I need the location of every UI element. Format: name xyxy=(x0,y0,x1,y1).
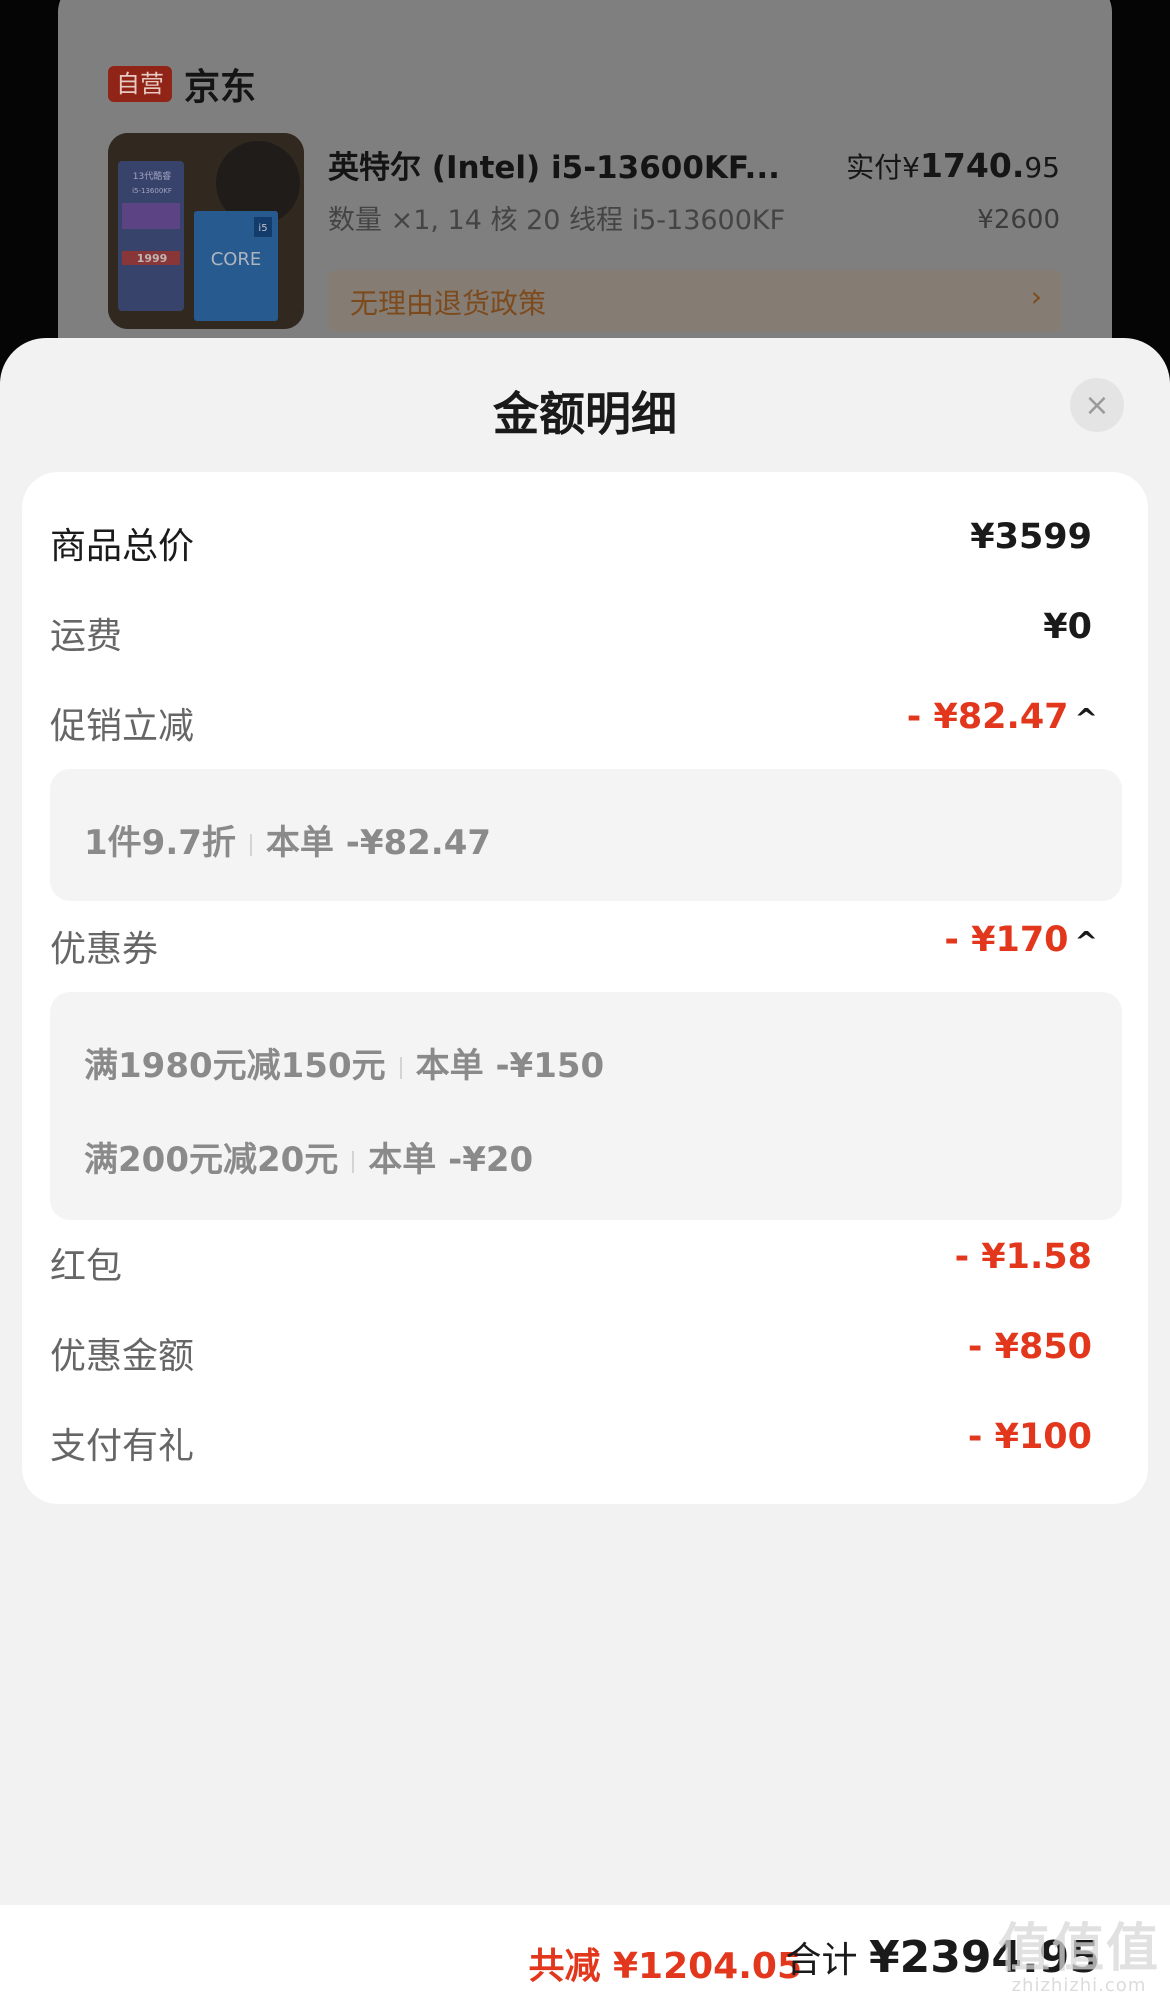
row-label: 支付有礼 xyxy=(50,1426,195,1467)
watermark-logo: 值值值 zhizhizhi.com xyxy=(998,1923,1160,1996)
row-total-price: 商品总价 ¥3599 xyxy=(50,509,1092,569)
row-label: 红包 xyxy=(50,1246,123,1287)
row-promotion[interactable]: 促销立减 - ¥82.47 ^ xyxy=(50,689,1098,749)
coupon-detail-line: 满1980元减150元 本单 -¥150 xyxy=(84,1038,604,1087)
divider xyxy=(249,833,252,856)
row-label: 商品总价 xyxy=(50,526,195,567)
product-image: 13代酷睿 i5-13600KF 1999 i5 CORE xyxy=(108,133,304,329)
row-discount-amount: 优惠金额 - ¥850 xyxy=(50,1319,1092,1379)
row-red-packet: 红包 - ¥1.58 xyxy=(50,1229,1092,1289)
product-thumbnail[interactable]: 13代酷睿 i5-13600KF 1999 i5 CORE xyxy=(108,133,304,329)
return-policy-text: 无理由退货政策 xyxy=(350,287,547,320)
promotion-detail-line: 1件9.7折 本单 -¥82.47 xyxy=(84,815,491,864)
store-row[interactable]: 自营 京东 xyxy=(108,58,256,110)
coupon-discount: 本单 -¥20 xyxy=(368,1140,534,1180)
self-operated-badge: 自营 xyxy=(108,65,172,103)
row-label: 优惠金额 xyxy=(50,1336,195,1377)
sheet-title: 金额明细 xyxy=(493,387,677,441)
coupon-amount: - ¥170 xyxy=(944,920,1069,960)
row-value: - ¥100 xyxy=(967,1417,1092,1457)
close-button[interactable]: × xyxy=(1070,378,1124,432)
product-specs: 数量 ×1, 14 核 20 线程 i5-13600KF xyxy=(328,205,786,236)
paid-label: 实付¥ xyxy=(846,151,920,184)
divider xyxy=(399,1056,402,1079)
paid-price: 实付¥1740.95 xyxy=(846,146,1060,186)
bottom-summary-bar: 共减 ¥1204.05 合计 ¥2394.95 值值值 zhizhizhi.co… xyxy=(0,1905,1170,2013)
row-value: ¥0 xyxy=(1043,607,1092,647)
row-value: - ¥850 xyxy=(967,1327,1092,1367)
store-name: 京东 xyxy=(184,67,257,108)
product-title[interactable]: 英特尔 (Intel) i5-13600KF... xyxy=(328,142,780,187)
watermark-url: zhizhizhi.com xyxy=(1011,1975,1147,1996)
original-price: ¥2600 xyxy=(977,205,1060,235)
row-label: 运费 xyxy=(50,616,123,657)
row-payment-gift: 支付有礼 - ¥100 xyxy=(50,1409,1092,1469)
screen: 自营 京东 13代酷睿 i5-13600KF 1999 i5 CORE 英特尔 … xyxy=(0,0,1170,2013)
row-value: - ¥82.47 ^ xyxy=(907,697,1098,737)
watermark-glyphs: 值值值 xyxy=(997,1919,1160,1979)
return-policy-bar[interactable]: 无理由退货政策 › xyxy=(328,270,1062,332)
coupon-discount: 本单 -¥150 xyxy=(415,1046,605,1086)
promotion-detail-box: 1件9.7折 本单 -¥82.47 xyxy=(50,769,1122,901)
chevron-right-icon: › xyxy=(1030,280,1042,313)
close-icon: × xyxy=(1084,387,1110,423)
row-value: - ¥1.58 xyxy=(954,1237,1092,1277)
amount-detail-sheet: 金额明细 × 商品总价 ¥3599 运费 ¥0 促销立减 - ¥82.47 ^ 1… xyxy=(0,338,1170,2013)
row-coupon[interactable]: 优惠券 - ¥170 ^ xyxy=(50,912,1098,972)
promotion-amount: - ¥82.47 xyxy=(906,697,1069,737)
chevron-up-icon[interactable]: ^ xyxy=(1075,702,1098,735)
promotion-name: 1件9.7折 xyxy=(84,823,236,863)
coupon-name: 满1980元减150元 xyxy=(84,1046,386,1086)
total-reduction: 共减 ¥1204.05 xyxy=(528,1946,802,1987)
row-value: ¥3599 xyxy=(970,517,1092,557)
row-value: - ¥170 ^ xyxy=(944,920,1098,960)
divider xyxy=(352,1150,355,1173)
chevron-up-icon[interactable]: ^ xyxy=(1075,925,1098,958)
paid-amount: 1740. xyxy=(919,146,1025,185)
total-sum-label: 合计 xyxy=(785,1940,869,1981)
coupon-detail-box: 满1980元减150元 本单 -¥150 满200元减20元 本单 -¥20 xyxy=(50,992,1122,1220)
row-shipping: 运费 ¥0 xyxy=(50,599,1092,659)
coupon-name: 满200元减20元 xyxy=(84,1140,339,1180)
promotion-discount: 本单 -¥82.47 xyxy=(265,823,492,863)
row-label: 促销立减 xyxy=(50,706,195,747)
amount-detail-card: 商品总价 ¥3599 运费 ¥0 促销立减 - ¥82.47 ^ 1件9.7折 本单… xyxy=(22,472,1148,1504)
paid-amount-decimal: 95 xyxy=(1024,151,1060,184)
row-label: 优惠券 xyxy=(50,929,159,970)
coupon-detail-line: 满200元减20元 本单 -¥20 xyxy=(84,1132,533,1181)
